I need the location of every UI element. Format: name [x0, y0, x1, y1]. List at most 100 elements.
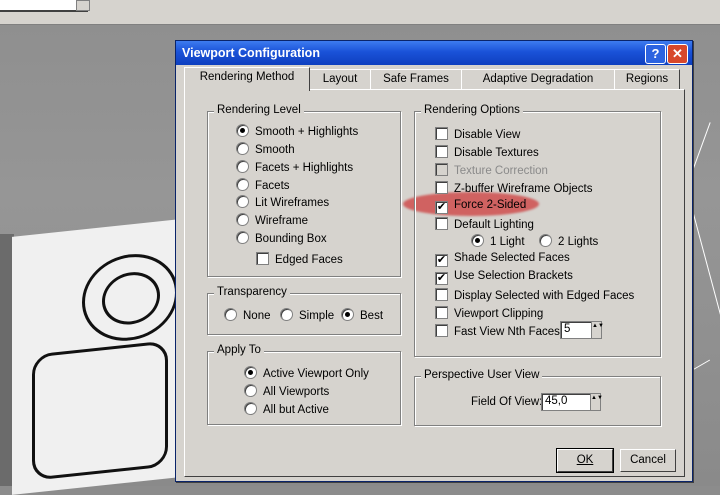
dialog-titlebar[interactable]: Viewport Configuration ? ✕: [176, 41, 692, 65]
tab-label: Adaptive Degradation: [482, 73, 594, 85]
radio-label: Best: [360, 310, 384, 322]
radio-active-viewport-only[interactable]: Active Viewport Only: [244, 366, 369, 380]
checkbox-use-selection-brackets[interactable]: ✔ Use Selection Brackets: [435, 270, 573, 285]
radio-smooth[interactable]: Smooth: [236, 142, 295, 156]
radio-1-light[interactable]: 1 Light: [471, 234, 525, 248]
spinner-arrows-icon[interactable]: ▲▼: [591, 322, 604, 338]
checkbox-box[interactable]: [435, 217, 448, 230]
radio-smooth-highlights[interactable]: Smooth + Highlights: [236, 124, 358, 138]
cancel-button[interactable]: Cancel: [620, 449, 676, 472]
radio-label: All Viewports: [263, 386, 330, 398]
radio-label: Smooth: [255, 144, 295, 156]
checkbox-box[interactable]: ✔: [435, 201, 448, 214]
radio-dot[interactable]: [236, 160, 249, 173]
checkbox-disable-textures[interactable]: Disable Textures: [435, 145, 539, 159]
radio-facets[interactable]: Facets: [236, 178, 290, 192]
fast-view-spinner[interactable]: 5 ▲▼: [560, 321, 604, 339]
radio-2-lights[interactable]: 2 Lights: [539, 234, 598, 248]
radio-dot[interactable]: [539, 234, 552, 247]
checkbox-default-lighting[interactable]: Default Lighting: [435, 217, 534, 231]
checkbox-label: Viewport Clipping: [454, 308, 544, 320]
tab-label: Safe Frames: [383, 73, 449, 85]
radio-label: Smooth + Highlights: [255, 126, 359, 138]
checkbox-zbuffer-wireframe[interactable]: Z-buffer Wireframe Objects: [435, 181, 592, 195]
radio-all-viewports[interactable]: All Viewports: [244, 384, 329, 398]
checkbox-box[interactable]: ✔: [435, 254, 448, 267]
perspective-user-view-group: Perspective User View Field Of View: 45,…: [414, 369, 661, 426]
toolbar-dropdown[interactable]: [0, 0, 88, 12]
tab-regions[interactable]: Regions: [614, 69, 680, 90]
tab-safe-frames[interactable]: Safe Frames: [370, 69, 462, 90]
checkbox-force-2-sided[interactable]: ✔ Force 2-Sided: [435, 199, 526, 214]
checkbox-fast-view[interactable]: Fast View Nth Faces:: [435, 324, 563, 338]
radio-dot[interactable]: [280, 308, 293, 321]
group-title: Rendering Level: [214, 104, 304, 116]
radio-dot[interactable]: [236, 178, 249, 191]
rendering-options-group: Rendering Options Disable View Disable T…: [414, 104, 661, 357]
checkbox-shade-selected-faces[interactable]: ✔ Shade Selected Faces: [435, 252, 570, 267]
checkbox-texture-correction[interactable]: Texture Correction: [435, 163, 548, 177]
radio-simple[interactable]: Simple: [280, 308, 334, 322]
transparency-group: Transparency None Simple Best: [207, 286, 401, 335]
checkbox-box[interactable]: [435, 181, 448, 194]
radio-dot[interactable]: [341, 308, 354, 321]
radio-none[interactable]: None: [224, 308, 271, 322]
radio-label: All but Active: [263, 404, 329, 416]
radio-dot[interactable]: [236, 213, 249, 226]
checkbox-box[interactable]: [435, 163, 448, 176]
checkbox-label: Display Selected with Edged Faces: [454, 290, 635, 302]
radio-dot[interactable]: [471, 234, 484, 247]
radio-dot[interactable]: [236, 142, 249, 155]
radio-label: Simple: [299, 310, 335, 322]
radio-label: Facets + Highlights: [255, 162, 354, 174]
checkbox-edged-faces[interactable]: Edged Faces: [256, 252, 343, 266]
checkbox-label: Edged Faces: [275, 254, 343, 266]
checkbox-label: Use Selection Brackets: [454, 270, 573, 282]
radio-label: 2 Lights: [558, 236, 599, 248]
radio-label: None: [243, 310, 271, 322]
spinner-value: 5: [564, 323, 571, 335]
rendering-level-group: Rendering Level Smooth + Highlights Smoo…: [207, 104, 401, 277]
checkbox-box[interactable]: [256, 252, 269, 265]
checkbox-label: Default Lighting: [454, 219, 534, 231]
spinner-value: 45,0: [545, 395, 568, 407]
radio-dot[interactable]: [244, 384, 257, 397]
dropdown-arrow-icon[interactable]: [76, 0, 90, 11]
tab-layout[interactable]: Layout: [309, 69, 371, 90]
checkbox-display-selected-edged[interactable]: Display Selected with Edged Faces: [435, 288, 634, 302]
ok-button[interactable]: OK: [556, 448, 614, 473]
radio-label: Active Viewport Only: [263, 368, 369, 380]
checkbox-box[interactable]: ✔: [435, 272, 448, 285]
radio-best[interactable]: Best: [341, 308, 383, 322]
radio-bounding-box[interactable]: Bounding Box: [236, 231, 327, 245]
button-label: OK: [576, 454, 594, 466]
radio-dot[interactable]: [236, 195, 249, 208]
checkbox-label: Texture Correction: [454, 165, 548, 177]
checkbox-box[interactable]: [435, 288, 448, 301]
spinner-arrows-icon[interactable]: ▲▼: [590, 394, 603, 410]
radio-dot[interactable]: [236, 124, 249, 137]
radio-dot[interactable]: [236, 231, 249, 244]
radio-dot[interactable]: [244, 366, 257, 379]
radio-wireframe[interactable]: Wireframe: [236, 213, 308, 227]
group-title: Rendering Options: [421, 104, 523, 116]
close-button[interactable]: ✕: [667, 44, 688, 64]
radio-dot[interactable]: [244, 402, 257, 415]
checkbox-label: Shade Selected Faces: [454, 252, 570, 264]
help-button[interactable]: ?: [645, 44, 666, 64]
tab-rendering-method[interactable]: Rendering Method: [184, 67, 310, 91]
fov-label: Field Of View:: [471, 396, 543, 408]
checkbox-box[interactable]: [435, 306, 448, 319]
checkbox-box[interactable]: [435, 127, 448, 140]
fov-spinner[interactable]: 45,0 ▲▼: [541, 393, 603, 411]
radio-all-but-active[interactable]: All but Active: [244, 402, 329, 416]
checkbox-disable-view[interactable]: Disable View: [435, 127, 520, 141]
radio-lit-wireframes[interactable]: Lit Wireframes: [236, 195, 329, 209]
checkbox-box[interactable]: [435, 145, 448, 158]
checkbox-viewport-clipping[interactable]: Viewport Clipping: [435, 306, 543, 320]
radio-facets-highlights[interactable]: Facets + Highlights: [236, 160, 353, 174]
radio-dot[interactable]: [224, 308, 237, 321]
checkbox-label: Disable View: [454, 129, 521, 141]
tab-adaptive-degradation[interactable]: Adaptive Degradation: [461, 69, 615, 90]
checkbox-box[interactable]: [435, 324, 448, 337]
